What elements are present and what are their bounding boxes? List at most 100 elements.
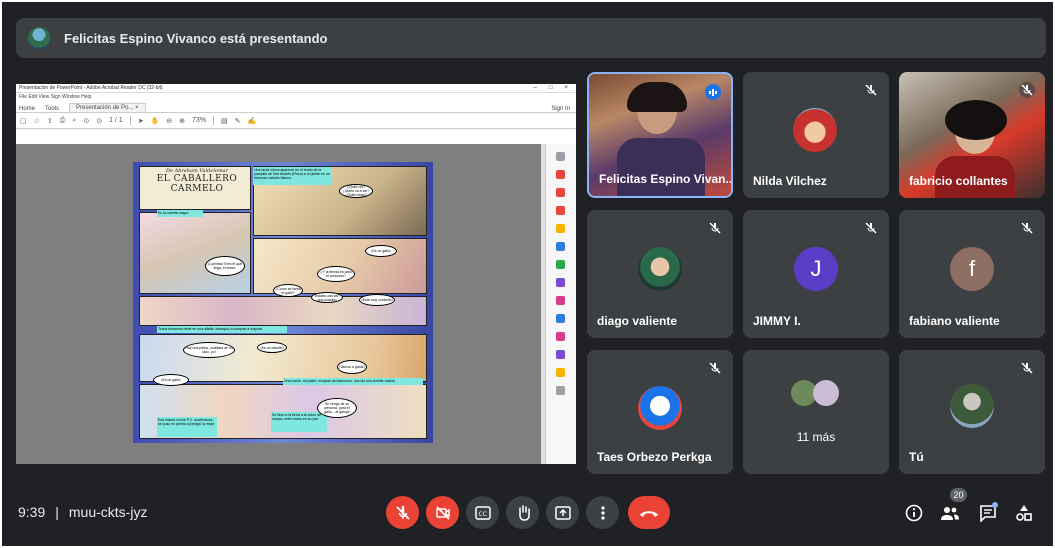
acrobat-titlebar: Presentación de PowerPoint - Adobe Acrob… xyxy=(16,84,576,93)
more-options-button[interactable] xyxy=(586,496,619,529)
comic-page: De Abraham Valdelomar EL CABALLERO CARME… xyxy=(133,162,433,443)
speech-bubble: Se vengó de su persona, para el gallo...… xyxy=(317,398,357,418)
participant-count-badge: 20 xyxy=(950,488,967,502)
speech-bubble: ¿Quién es? ¿Quién va a ser? ¿Quién llegó… xyxy=(339,184,373,198)
participant-tile[interactable]: J JIMMY I. xyxy=(743,210,889,338)
comic-caption: En la carreta mayor xyxy=(157,210,203,217)
participant-tile[interactable]: Nilda Vilchez xyxy=(743,72,889,198)
acrobat-menubar: File Edit View Sign Window Help xyxy=(16,93,576,101)
participant-tile[interactable]: Taes Orbezo Perkga xyxy=(587,350,733,474)
camera-toggle-button[interactable] xyxy=(426,496,459,529)
redact-icon xyxy=(556,296,565,305)
avatar xyxy=(638,386,682,430)
comic-caption: Se llevo a la tierra a la unión de campo… xyxy=(271,412,327,432)
raise-hand-button[interactable] xyxy=(506,496,539,529)
participant-tile[interactable]: diago valiente xyxy=(587,210,733,338)
mic-off-icon xyxy=(395,505,410,520)
compress-icon xyxy=(556,278,565,287)
chat-notification-dot xyxy=(992,502,998,508)
shared-screen[interactable]: Presentación de PowerPoint - Adobe Acrob… xyxy=(16,84,576,464)
activities-icon xyxy=(1016,505,1032,521)
meeting-details-button[interactable] xyxy=(902,501,926,525)
page-icon: ▢ xyxy=(20,117,27,125)
participant-name: Taes Orbezo Perkga xyxy=(597,450,712,464)
people-icon xyxy=(941,507,959,520)
edit-pdf-icon xyxy=(556,206,565,215)
speech-bubble: ¡Es un gallo! xyxy=(365,245,397,257)
send-icon xyxy=(556,350,565,359)
fill-sign-icon xyxy=(556,332,565,341)
comic-title-line1: EL CABALLERO xyxy=(156,174,238,184)
minimize-icon: – xyxy=(533,85,537,91)
camera-off-icon xyxy=(435,505,450,520)
comment-tool-icon xyxy=(556,224,565,233)
people-button[interactable] xyxy=(938,501,962,525)
acrobat-toolbar: ▢ ☆ ⇪ ⎙ ⌕ ⊙ ⊙ 1 / 1 ➤ ✋ ⊖ ⊕ 73% ▤ ✎ ✍ xyxy=(16,113,576,129)
hand-icon: ✋ xyxy=(150,117,160,125)
star-icon: ☆ xyxy=(33,117,40,125)
participant-hair xyxy=(627,82,687,112)
tab-document: Presentación de Po... × xyxy=(69,103,146,112)
avatar xyxy=(813,380,839,406)
next-page-icon: ⊙ xyxy=(96,117,103,125)
pen-icon: ✎ xyxy=(234,117,241,125)
comic-panel xyxy=(139,212,251,294)
participant-name: fabiano valiente xyxy=(909,314,1000,328)
present-icon xyxy=(554,505,571,520)
speech-bubble: ¡Está muy contento! xyxy=(359,294,395,306)
sign-in-link: Sign In xyxy=(551,106,570,112)
present-screen-button[interactable] xyxy=(546,496,579,529)
muted-mic-icon xyxy=(863,220,879,236)
avatar xyxy=(638,247,682,291)
speech-bubble: ¿Y la tienda es para el concurso? xyxy=(317,266,355,282)
comic-caption: Una noche, mi padre, enojado del almuerz… xyxy=(283,378,423,385)
speech-bubble: ¡Carmelo! Eres el que llega, el bravo. xyxy=(205,256,245,276)
comment-icon: ▤ xyxy=(221,117,228,125)
participant-tile-overflow[interactable]: 11 más xyxy=(743,350,889,474)
leave-call-button[interactable] xyxy=(628,496,670,529)
participant-hair xyxy=(945,100,1007,140)
muted-mic-icon xyxy=(863,82,879,98)
speaking-indicator-icon xyxy=(705,84,721,100)
participant-tile[interactable]: f fabiano valiente xyxy=(899,210,1045,338)
presenting-text: Felicitas Espino Vivanco está presentand… xyxy=(64,30,328,46)
speech-bubble: ¡Es un gallo! xyxy=(153,374,189,386)
participant-name: fabricio collantes xyxy=(909,174,1008,188)
muted-mic-icon xyxy=(1019,220,1035,236)
meet-window: Felicitas Espino Vivanco está presentand… xyxy=(0,0,1055,548)
pdf-viewport: De Abraham Valdelomar EL CABALLERO CARME… xyxy=(16,144,545,464)
muted-mic-icon xyxy=(1019,82,1035,98)
combine-icon xyxy=(556,242,565,251)
more-tools-icon xyxy=(556,386,565,395)
comic-caption: Esa misma noche P.C. aviviéndose, se pus… xyxy=(157,417,217,437)
info-separator: | xyxy=(55,504,59,520)
meeting-info: 9:39 | muu-ckts-jyz xyxy=(18,504,147,520)
participant-tile-self[interactable]: Tú xyxy=(899,350,1045,474)
more-vert-icon xyxy=(600,505,605,520)
end-call-icon xyxy=(640,510,658,517)
muted-mic-icon xyxy=(707,220,723,236)
participant-name: Felicitas Espino Vivan... xyxy=(599,172,733,186)
participant-name: Nilda Vilchez xyxy=(753,174,827,188)
zoom-search-icon: ⌕ xyxy=(72,116,77,124)
create-pdf-icon xyxy=(556,188,565,197)
chat-button[interactable] xyxy=(976,501,1000,525)
export-pdf-icon xyxy=(556,170,565,179)
participant-tile-presenter[interactable]: Felicitas Espino Vivan... xyxy=(587,72,733,198)
participant-body xyxy=(617,138,705,196)
meeting-code: muu-ckts-jyz xyxy=(68,504,148,520)
captions-button[interactable]: CC xyxy=(466,496,499,529)
participant-tile[interactable]: fabricio collantes xyxy=(899,72,1045,198)
maximize-icon: □ xyxy=(548,85,553,91)
bottom-bar: 9:39 | muu-ckts-jyz CC 20 xyxy=(2,486,1055,546)
speech-bubble: ¡Vamos a ganar! xyxy=(337,360,367,374)
tab-tools: Tools xyxy=(45,106,60,112)
activities-button[interactable] xyxy=(1012,501,1036,525)
zoom-in-icon: ⊕ xyxy=(179,117,186,125)
muted-mic-icon xyxy=(707,360,723,376)
participant-name: JIMMY I. xyxy=(753,314,801,328)
mic-toggle-button[interactable] xyxy=(386,496,419,529)
comic-caption: Todos tomamos bebé en una alfalfa, obseq… xyxy=(157,326,287,333)
speech-bubble: ¿Cómo se llama el gallo? xyxy=(273,284,303,297)
presenter-logo-icon xyxy=(28,27,50,49)
